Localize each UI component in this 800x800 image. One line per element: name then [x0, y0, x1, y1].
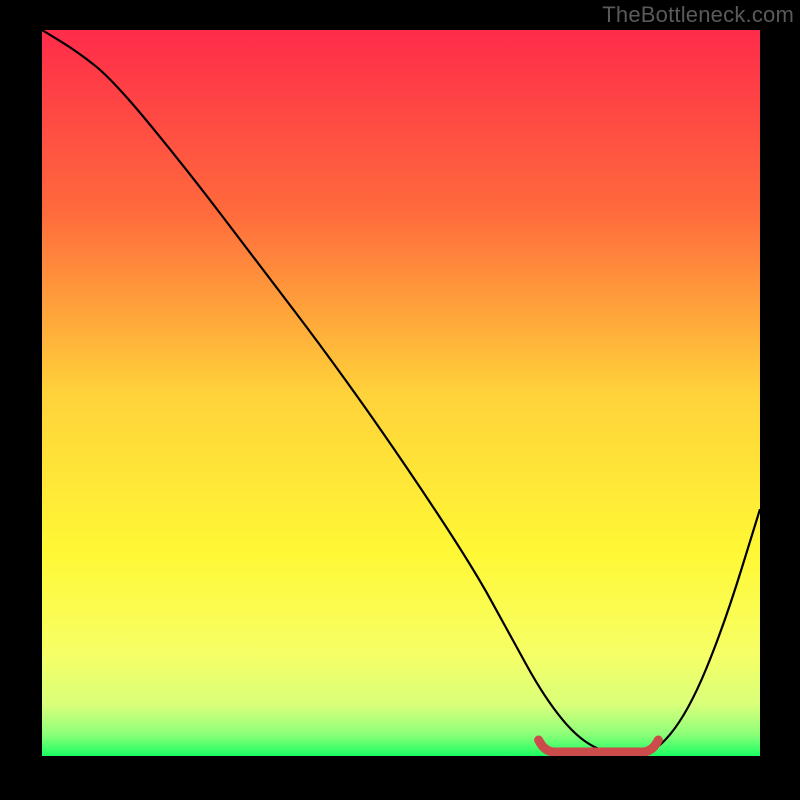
- gradient-background: [42, 30, 760, 756]
- chart-svg: [42, 30, 760, 756]
- chart-container: TheBottleneck.com: [0, 0, 800, 800]
- watermark-text: TheBottleneck.com: [602, 2, 794, 28]
- plot-area: [42, 30, 760, 756]
